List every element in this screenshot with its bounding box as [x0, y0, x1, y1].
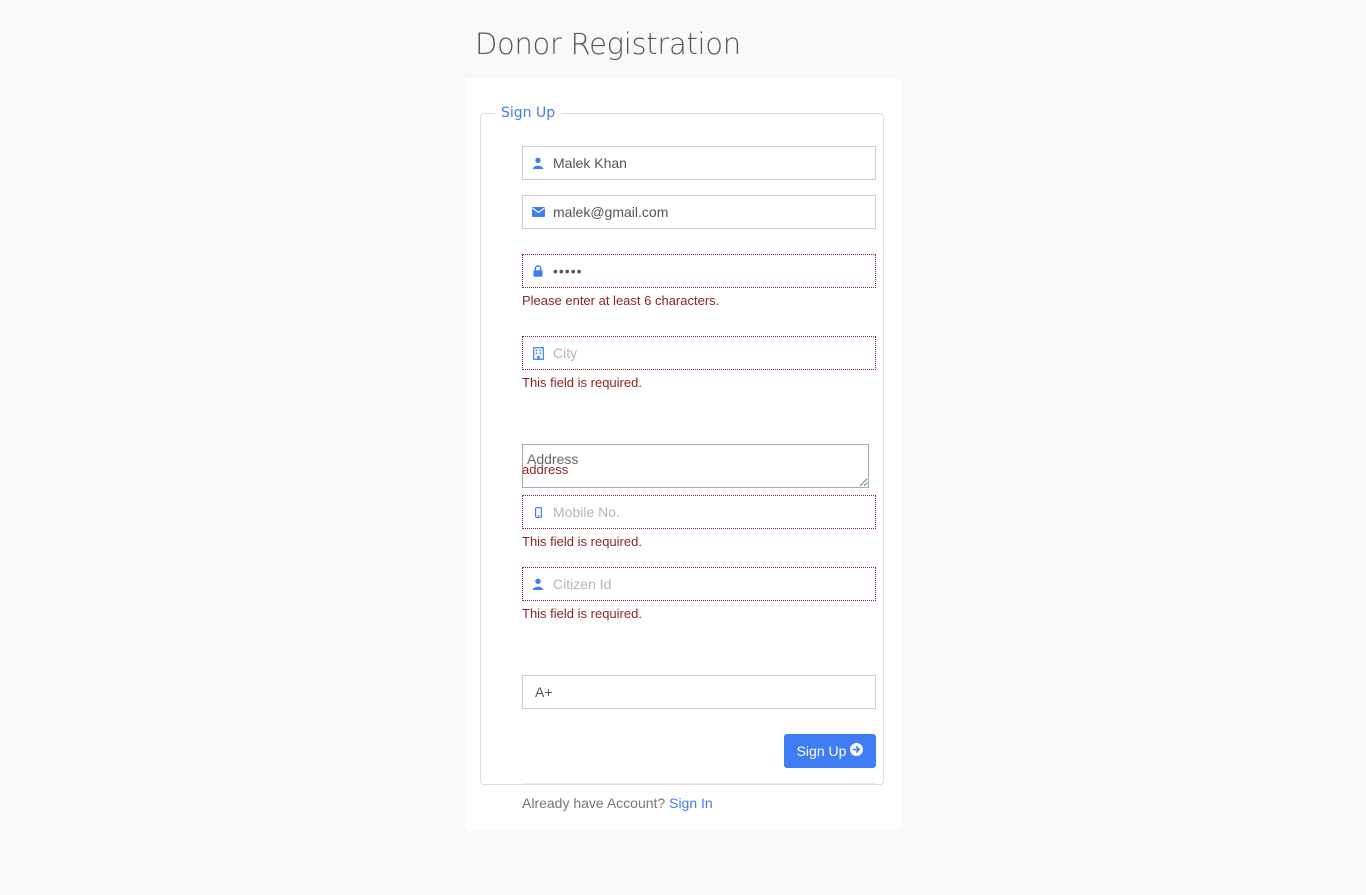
footer-divider: [522, 783, 876, 784]
name-field[interactable]: [522, 146, 876, 180]
mobile-field[interactable]: [522, 495, 876, 529]
name-input[interactable]: [551, 155, 853, 171]
signup-fieldset: Sign Up Please enter at least 6 characte…: [480, 105, 884, 811]
page-title: Donor Registration: [475, 27, 741, 61]
email-field[interactable]: [522, 195, 876, 229]
sign-up-button-label: Sign Up: [796, 743, 847, 759]
mobile-input[interactable]: [551, 504, 853, 520]
arrow-circle-right-icon: [850, 743, 864, 759]
address-error: address: [522, 462, 569, 477]
blood-group-select[interactable]: A+: [522, 675, 876, 709]
mobile-icon: [523, 496, 551, 528]
sign-in-prompt: Already have Account? Sign In: [522, 795, 713, 811]
sign-in-prompt-text: Already have Account?: [522, 795, 666, 811]
signup-legend: Sign Up: [501, 105, 556, 121]
building-icon: [523, 337, 551, 369]
email-input[interactable]: [551, 204, 853, 220]
mobile-error: This field is required.: [522, 534, 642, 549]
user-icon: [523, 568, 551, 600]
password-error: Please enter at least 6 characters.: [522, 293, 720, 308]
citizen-id-field[interactable]: [522, 567, 876, 601]
citizen-id-input[interactable]: [551, 576, 853, 592]
city-input[interactable]: [551, 345, 853, 361]
blood-group-value: A+: [535, 684, 553, 700]
city-error: This field is required.: [522, 375, 642, 390]
sign-in-link[interactable]: Sign In: [669, 795, 713, 811]
sign-up-button[interactable]: Sign Up: [784, 734, 876, 768]
registration-card: Sign Up Please enter at least 6 characte…: [465, 78, 901, 830]
password-field[interactable]: [522, 254, 876, 288]
password-input[interactable]: [551, 263, 853, 279]
user-icon: [523, 147, 551, 179]
envelope-icon: [523, 196, 551, 228]
lock-icon: [523, 255, 551, 287]
citizen-id-error: This field is required.: [522, 606, 642, 621]
address-textarea[interactable]: [522, 444, 869, 488]
city-field[interactable]: [522, 336, 876, 370]
